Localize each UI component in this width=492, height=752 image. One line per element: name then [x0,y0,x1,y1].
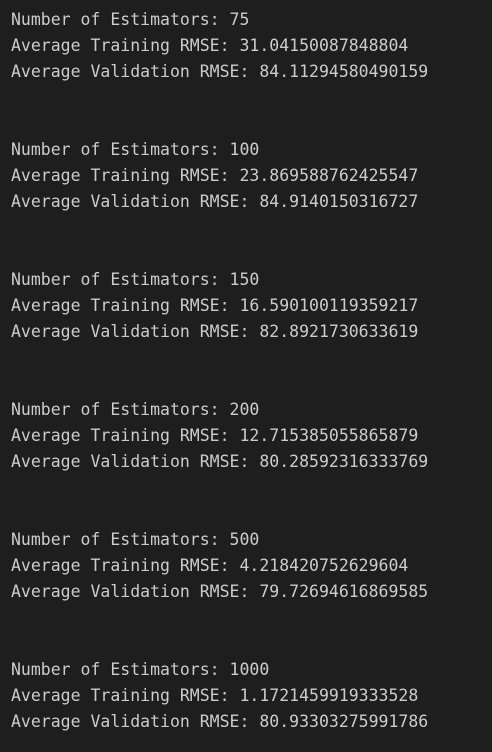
validation-rmse-line: Average Validation RMSE: 84.914015031672… [11,192,419,211]
estimators-line: Number of Estimators: 150 [11,270,260,289]
validation-rmse-line: Average Validation RMSE: 84.112945804901… [11,62,429,81]
estimators-line: Number of Estimators: 500 [11,530,260,549]
validation-rmse-line: Average Validation RMSE: 79.726946168695… [11,582,429,601]
validation-rmse-line: Average Validation RMSE: 80.285923163337… [11,452,429,471]
training-rmse-line: Average Training RMSE: 4.218420752629604 [11,556,409,575]
training-rmse-line: Average Training RMSE: 12.71538505586587… [11,426,419,445]
training-rmse-line: Average Training RMSE: 1.172145991933352… [11,686,419,705]
estimators-line: Number of Estimators: 200 [11,400,260,419]
result-block: Number of Estimators: 1000 Average Train… [11,657,492,735]
result-block: Number of Estimators: 500 Average Traini… [11,527,492,605]
estimators-line: Number of Estimators: 100 [11,140,260,159]
training-rmse-line: Average Training RMSE: 31.04150087848804 [11,36,409,55]
estimators-line: Number of Estimators: 1000 [11,660,270,679]
training-rmse-line: Average Training RMSE: 16.59010011935921… [11,296,419,315]
result-block: Number of Estimators: 75 Average Trainin… [11,7,492,85]
result-block: Number of Estimators: 150 Average Traini… [11,267,492,345]
result-block: Number of Estimators: 200 Average Traini… [11,397,492,475]
validation-rmse-line: Average Validation RMSE: 82.892173063361… [11,322,419,341]
result-block: Number of Estimators: 100 Average Traini… [11,137,492,215]
estimators-line: Number of Estimators: 75 [11,10,250,29]
training-rmse-line: Average Training RMSE: 23.86958876242554… [11,166,419,185]
validation-rmse-line: Average Validation RMSE: 80.933032759917… [11,712,429,731]
console-output: Number of Estimators: 75 Average Trainin… [0,0,492,752]
